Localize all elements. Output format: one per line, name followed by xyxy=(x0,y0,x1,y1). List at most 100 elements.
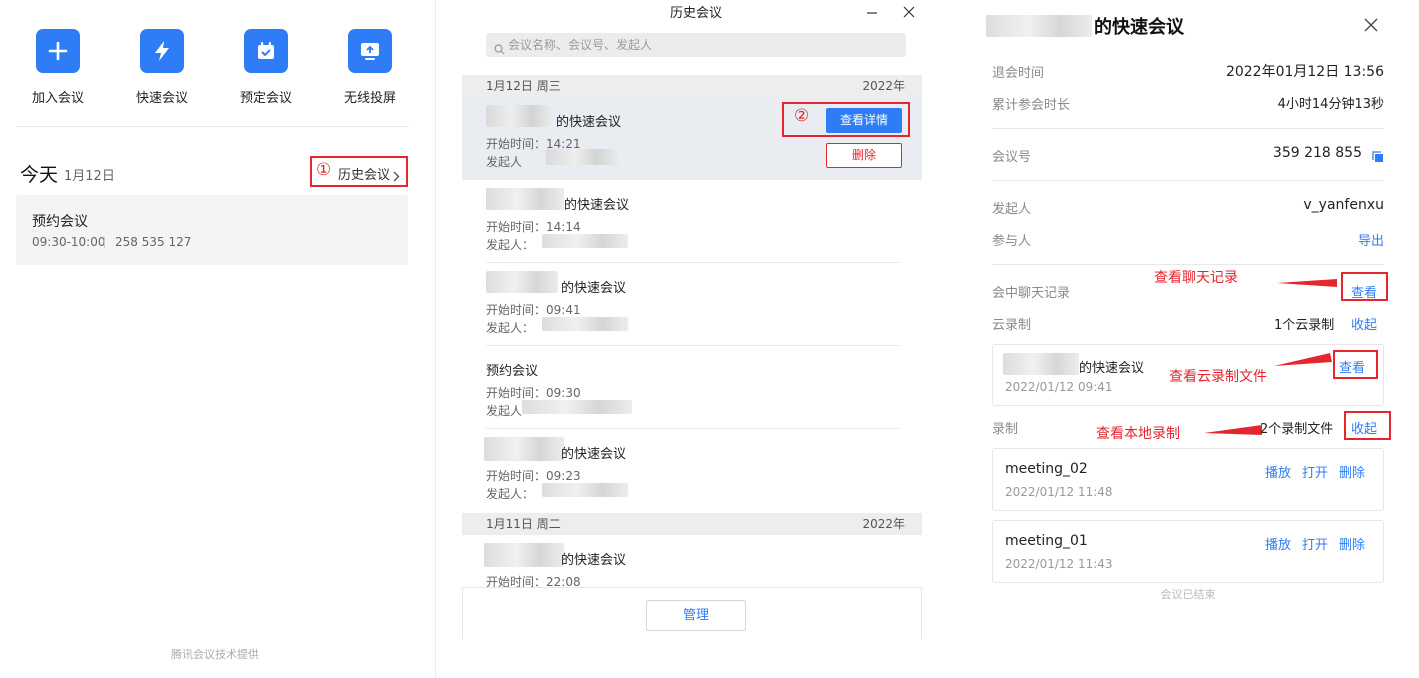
divider xyxy=(16,126,409,127)
annotation-arrow xyxy=(1277,279,1337,287)
manage-button[interactable]: 管理 xyxy=(646,600,746,631)
chat-annotation: 查看聊天记录 xyxy=(1154,270,1238,286)
schedule-meeting-action[interactable]: 预定会议 xyxy=(226,29,306,106)
meeting-organizer: 发起人： xyxy=(486,321,535,335)
open-link[interactable]: 打开 xyxy=(1302,462,1328,481)
history-list-item[interactable]: 的快速会议 开始时间：14:14 发起人： xyxy=(462,180,922,263)
redacted-organizer xyxy=(542,234,628,248)
scheduled-meeting-card[interactable]: 预约会议 09:30-10:00 258 535 127 xyxy=(16,195,408,265)
search-input[interactable]: 会议名称、会议号、发起人 xyxy=(486,33,906,57)
date-group-header: 1月11日 周二 2022年 xyxy=(462,513,922,535)
quick-meeting-action[interactable]: 快速会议 xyxy=(122,29,202,106)
duration-label: 累计参会时长 xyxy=(992,98,1071,113)
home-panel: 加入会议 快速会议 预定会议 无线投屏 今天 1月12日 ① 历史会议 预约会议… xyxy=(0,0,434,678)
detail-title: 的快速会议 xyxy=(1094,17,1184,38)
redacted-organizer xyxy=(542,317,628,331)
delete-link[interactable]: 删除 xyxy=(1339,534,1365,553)
meeting-organizer: 发起人： xyxy=(486,238,535,252)
cloud-recording-label: 云录制 xyxy=(992,318,1032,333)
meeting-start-time: 开始时间：09:30 xyxy=(486,386,581,400)
copy-icon[interactable] xyxy=(1372,148,1384,167)
history-list-item[interactable]: 的快速会议 开始时间：22:08 xyxy=(462,535,922,587)
meeting-organizer: 发起人 xyxy=(486,404,523,418)
cloud-annotation: 查看云录制文件 xyxy=(1169,369,1267,385)
meeting-organizer: 发起人 xyxy=(486,155,523,169)
view-details-button[interactable]: 查看详情 xyxy=(826,108,902,133)
meeting-start-time: 开始时间：09:41 xyxy=(486,303,581,317)
organizer-value: v_yanfenxu xyxy=(1303,197,1384,213)
today-label: 今天 xyxy=(20,164,59,186)
view-chat-link[interactable]: 查看 xyxy=(1351,282,1377,301)
meeting-title: 的快速会议 xyxy=(556,115,622,130)
search-icon xyxy=(494,40,505,59)
export-link[interactable]: 导出 xyxy=(1358,230,1384,249)
annotation-arrow xyxy=(1204,425,1262,435)
cloud-collapse-link[interactable]: 收起 xyxy=(1351,314,1377,333)
play-link[interactable]: 播放 xyxy=(1265,462,1291,481)
meeting-title: 的快速会议 xyxy=(561,281,627,296)
detail-marker: ② xyxy=(794,106,810,126)
today-date: 1月12日 xyxy=(64,169,115,184)
meeting-id-label: 会议号 xyxy=(992,150,1032,165)
meeting-start-time: 开始时间：22:08 xyxy=(486,575,581,587)
delete-link[interactable]: 删除 xyxy=(1339,462,1365,481)
search-placeholder: 会议名称、会议号、发起人 xyxy=(508,38,653,52)
exit-time-value: 2022年01月12日 13:56 xyxy=(1225,64,1384,80)
window-title: 历史会议 xyxy=(669,6,722,21)
exit-time-label: 退会时间 xyxy=(992,66,1045,81)
local-collapse-link[interactable]: 收起 xyxy=(1351,418,1377,437)
history-list-item[interactable]: 的快速会议 开始时间：09:23 发起人： xyxy=(462,429,922,512)
history-window: 历史会议 会议名称、会议号、发起人 1月12日 周三 2022年 的快速会议 开… xyxy=(435,0,941,678)
history-meetings-link[interactable]: 历史会议 xyxy=(338,164,390,183)
wireless-cast-label: 无线投屏 xyxy=(343,91,396,106)
minimize-button[interactable] xyxy=(866,4,878,23)
history-list-item[interactable]: 的快速会议 开始时间：14:21 发起人 ② 查看详情 删除 xyxy=(462,97,922,180)
bottom-bar: 管理 xyxy=(462,587,922,639)
redacted-name xyxy=(486,188,564,210)
recording-time: 2022/01/12 11:43 xyxy=(1005,557,1113,571)
recording-name: meeting_02 xyxy=(1005,461,1088,477)
join-meeting-action[interactable]: 加入会议 xyxy=(18,29,98,106)
meeting-start-time: 开始时间：09:23 xyxy=(486,469,581,483)
meeting-title: 的快速会议 xyxy=(561,553,627,568)
chat-record-label: 会中聊天记录 xyxy=(992,286,1071,301)
local-recording-card: meeting_01 2022/01/12 11:43 播放 打开 删除 xyxy=(992,520,1384,583)
date-group-header: 1月12日 周三 2022年 xyxy=(462,75,922,97)
organizer-label: 发起人 xyxy=(992,202,1032,217)
lightning-icon xyxy=(140,29,184,73)
date-group-year: 2022年 xyxy=(862,517,905,531)
close-icon[interactable] xyxy=(1364,17,1378,36)
chevron-right-icon xyxy=(393,167,400,186)
history-marker: ① xyxy=(316,160,332,180)
delete-button[interactable]: 删除 xyxy=(826,143,902,168)
cloud-recording-count: 1个云录制 xyxy=(1274,318,1335,333)
date-group-year: 2022年 xyxy=(862,79,905,93)
meeting-ended-text: 会议已结束 xyxy=(1160,588,1216,601)
history-list-item[interactable]: 的快速会议 开始时间：09:41 发起人： xyxy=(462,263,922,346)
play-link[interactable]: 播放 xyxy=(1265,534,1291,553)
quick-meeting-label: 快速会议 xyxy=(135,91,188,106)
local-annotation: 查看本地录制 xyxy=(1096,426,1180,442)
cloud-recording-time: 2022/01/12 09:41 xyxy=(1005,380,1113,394)
close-icon[interactable] xyxy=(903,3,915,22)
plus-icon xyxy=(36,29,80,73)
view-cloud-recording-link[interactable]: 查看 xyxy=(1339,357,1365,376)
divider xyxy=(992,180,1384,181)
scheduled-meeting-time: 09:30-10:00 xyxy=(32,235,106,249)
divider xyxy=(104,237,105,248)
schedule-meeting-label: 预定会议 xyxy=(239,91,292,106)
meeting-detail-panel: 的快速会议 退会时间 2022年01月12日 13:56 累计参会时长 4小时1… xyxy=(942,0,1419,678)
meeting-title: 的快速会议 xyxy=(564,198,630,213)
local-recording-count: 2个录制文件 xyxy=(1260,422,1334,437)
redacted-name xyxy=(486,105,551,127)
wireless-cast-action[interactable]: 无线投屏 xyxy=(330,29,410,106)
history-list-item[interactable]: 预约会议 开始时间：09:30 发起人 xyxy=(462,346,922,429)
redacted-organizer xyxy=(542,483,628,497)
date-group-label: 1月11日 周二 xyxy=(486,517,561,531)
annotation-arrow xyxy=(1274,353,1332,366)
open-link[interactable]: 打开 xyxy=(1302,534,1328,553)
local-recording-label: 录制 xyxy=(992,422,1019,437)
cloud-recording-title: 的快速会议 xyxy=(1079,361,1145,376)
participants-label: 参与人 xyxy=(992,234,1032,249)
recording-name: meeting_01 xyxy=(1005,533,1088,549)
